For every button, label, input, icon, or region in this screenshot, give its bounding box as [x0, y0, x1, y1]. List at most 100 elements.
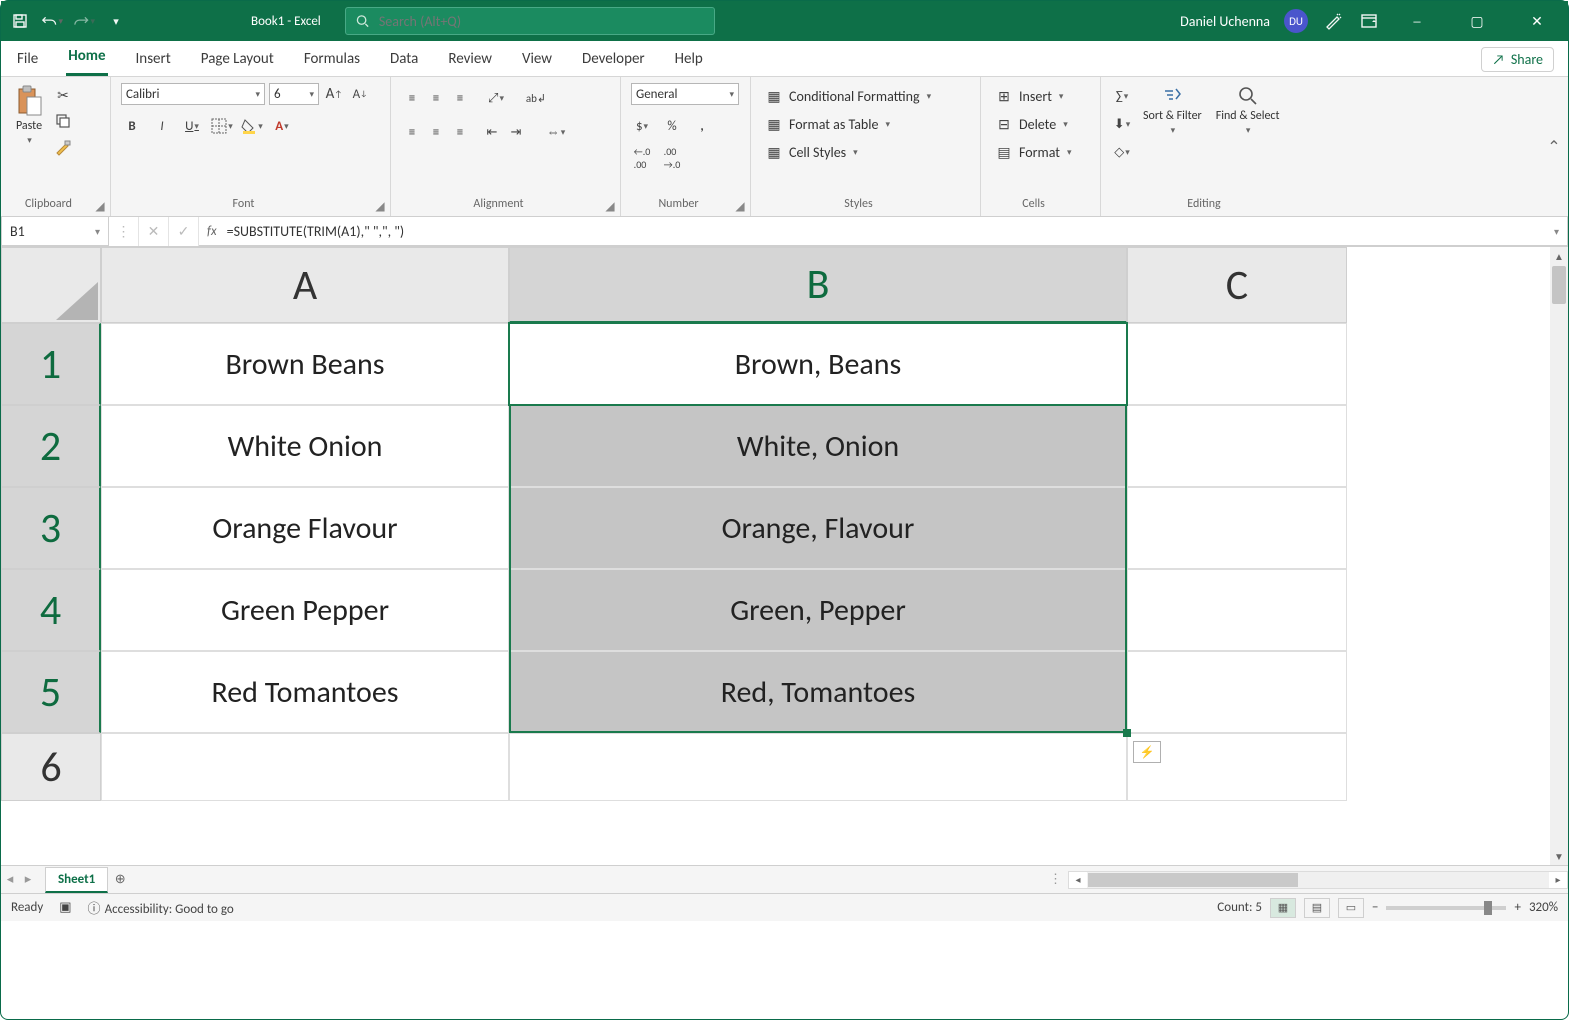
bold-button[interactable]: B	[121, 115, 143, 137]
col-header-C[interactable]: C	[1127, 247, 1347, 323]
italic-button[interactable]: I	[151, 115, 173, 137]
borders-icon[interactable]: ▾	[211, 115, 233, 137]
sheet-tab-sheet1[interactable]: Sheet1	[45, 867, 108, 893]
zoom-thumb[interactable]	[1484, 901, 1492, 915]
maximize-button[interactable]: ▢	[1454, 1, 1500, 41]
share-button[interactable]: ↗Share	[1481, 47, 1554, 72]
font-color-icon[interactable]: A▾	[271, 115, 293, 137]
col-header-B[interactable]: B	[509, 247, 1127, 323]
search-input[interactable]	[379, 13, 704, 30]
coming-soon-icon[interactable]	[1322, 10, 1344, 32]
worksheet-grid[interactable]: A B C 1 Brown Beans Brown, Beans 2 White…	[1, 247, 1568, 865]
qat-customize-icon[interactable]: ▾	[105, 10, 127, 32]
tab-view[interactable]: View	[520, 44, 554, 76]
find-select-button[interactable]: Find & Select▾	[1212, 83, 1284, 138]
fx-dropdown-icon[interactable]: ⋮	[109, 217, 139, 246]
cell-A1[interactable]: Brown Beans	[101, 323, 509, 405]
decrease-font-icon[interactable]: A↓	[349, 83, 371, 105]
accessibility-status[interactable]: ⓘAccessibility: Good to go	[88, 898, 234, 917]
col-header-A[interactable]: A	[101, 247, 509, 323]
cell-C4[interactable]	[1127, 569, 1347, 651]
alignment-launcher-icon[interactable]: ◢	[604, 200, 616, 212]
tab-home[interactable]: Home	[66, 41, 107, 76]
quick-analysis-icon[interactable]: ⚡	[1133, 741, 1161, 763]
cut-icon[interactable]: ✂	[53, 85, 73, 105]
increase-indent-icon[interactable]: ⇥	[505, 121, 527, 143]
font-size-combo[interactable]: 6▾	[269, 83, 319, 105]
font-launcher-icon[interactable]: ◢	[374, 200, 386, 212]
align-right-icon[interactable]: ≡	[449, 121, 471, 143]
formula-input[interactable]: fx =SUBSTITUTE(TRIM(A1)," ",", ") ▾	[199, 217, 1568, 246]
cells-insert-button[interactable]: ⊞Insert▾	[991, 85, 1090, 107]
align-center-icon[interactable]: ≡	[425, 121, 447, 143]
cell-B6[interactable]	[509, 733, 1127, 801]
format-as-table-button[interactable]: ▦Format as Table▾	[761, 113, 970, 135]
user-name[interactable]: Daniel Uchenna	[1180, 13, 1270, 30]
close-button[interactable]: ✕	[1514, 1, 1560, 41]
clipboard-launcher-icon[interactable]: ◢	[94, 200, 106, 212]
merge-center-icon[interactable]: ⇔▾	[545, 121, 567, 143]
row-header-5[interactable]: 5	[1, 651, 101, 733]
autosum-icon[interactable]: ∑▾	[1111, 85, 1133, 107]
cell-B2[interactable]: White, Onion	[509, 405, 1127, 487]
cell-C1[interactable]	[1127, 323, 1347, 405]
decrease-indent-icon[interactable]: ⇤	[481, 121, 503, 143]
enter-formula-icon[interactable]: ✓	[169, 217, 199, 246]
accounting-format-icon[interactable]: $▾	[631, 115, 653, 137]
select-all-corner[interactable]	[1, 247, 101, 323]
tab-review[interactable]: Review	[446, 44, 494, 76]
cell-A6[interactable]	[101, 733, 509, 801]
zoom-slider[interactable]	[1386, 906, 1506, 910]
font-name-combo[interactable]: Calibri▾	[121, 83, 265, 105]
fill-handle[interactable]	[1123, 729, 1131, 737]
wrap-text-icon[interactable]: ab↲	[525, 87, 547, 109]
tab-data[interactable]: Data	[388, 44, 420, 76]
fill-icon[interactable]: ⬇▾	[1111, 113, 1133, 135]
macro-record-icon[interactable]: ▣	[59, 900, 71, 915]
page-break-view-icon[interactable]: ▭	[1338, 898, 1364, 918]
formula-expand-icon[interactable]: ▾	[1554, 225, 1559, 238]
user-avatar[interactable]: DU	[1284, 9, 1308, 33]
normal-view-icon[interactable]: ▦	[1270, 898, 1296, 918]
format-painter-icon[interactable]	[53, 137, 73, 157]
zoom-out-icon[interactable]: −	[1372, 900, 1378, 915]
scroll-down-icon[interactable]: ▼	[1550, 847, 1568, 865]
cell-C5[interactable]	[1127, 651, 1347, 733]
row-header-6[interactable]: 6	[1, 733, 101, 801]
cell-B4[interactable]: Green, Pepper	[509, 569, 1127, 651]
new-sheet-icon[interactable]: ⊕	[108, 872, 132, 887]
collapse-ribbon-icon[interactable]: ⌃	[1540, 77, 1568, 216]
cell-A4[interactable]: Green Pepper	[101, 569, 509, 651]
cell-B1[interactable]: Brown, Beans	[509, 323, 1127, 405]
tab-page-layout[interactable]: Page Layout	[199, 44, 276, 76]
search-box[interactable]	[345, 7, 715, 35]
align-left-icon[interactable]: ≡	[401, 121, 423, 143]
increase-font-icon[interactable]: A↑	[323, 83, 345, 105]
number-format-combo[interactable]: General▾	[631, 83, 739, 105]
cancel-formula-icon[interactable]: ✕	[139, 217, 169, 246]
page-layout-view-icon[interactable]: ▤	[1304, 898, 1330, 918]
cells-format-button[interactable]: ▤Format▾	[991, 141, 1090, 163]
increase-decimal-icon[interactable]: ←.0.00	[631, 147, 653, 169]
cells-delete-button[interactable]: ⊟Delete▾	[991, 113, 1090, 135]
percent-format-icon[interactable]: %	[661, 115, 683, 137]
vertical-scrollbar[interactable]: ▲ ▼	[1550, 247, 1568, 865]
cell-A5[interactable]: Red Tomantoes	[101, 651, 509, 733]
align-middle-icon[interactable]: ≡	[425, 87, 447, 109]
paste-button[interactable]: Paste▾	[11, 83, 47, 148]
tab-formulas[interactable]: Formulas	[302, 44, 362, 76]
ribbon-display-icon[interactable]	[1358, 10, 1380, 32]
decrease-decimal-icon[interactable]: .00→.0	[661, 147, 683, 169]
name-box[interactable]: B1▾	[1, 217, 109, 246]
cell-B5[interactable]: Red, Tomantoes	[509, 651, 1127, 733]
comma-format-icon[interactable]: ,	[691, 115, 713, 137]
cell-B3[interactable]: Orange, Flavour	[509, 487, 1127, 569]
fill-color-icon[interactable]: ▾	[241, 115, 263, 137]
hscroll-right-icon[interactable]: ▸	[1549, 873, 1567, 886]
cell-styles-button[interactable]: ▦Cell Styles▾	[761, 141, 970, 163]
clear-icon[interactable]: ◇▾	[1111, 141, 1133, 163]
orientation-icon[interactable]: ⤢▾	[485, 87, 507, 109]
save-icon[interactable]	[9, 10, 31, 32]
zoom-in-icon[interactable]: +	[1514, 900, 1520, 915]
scroll-up-icon[interactable]: ▲	[1550, 247, 1568, 265]
